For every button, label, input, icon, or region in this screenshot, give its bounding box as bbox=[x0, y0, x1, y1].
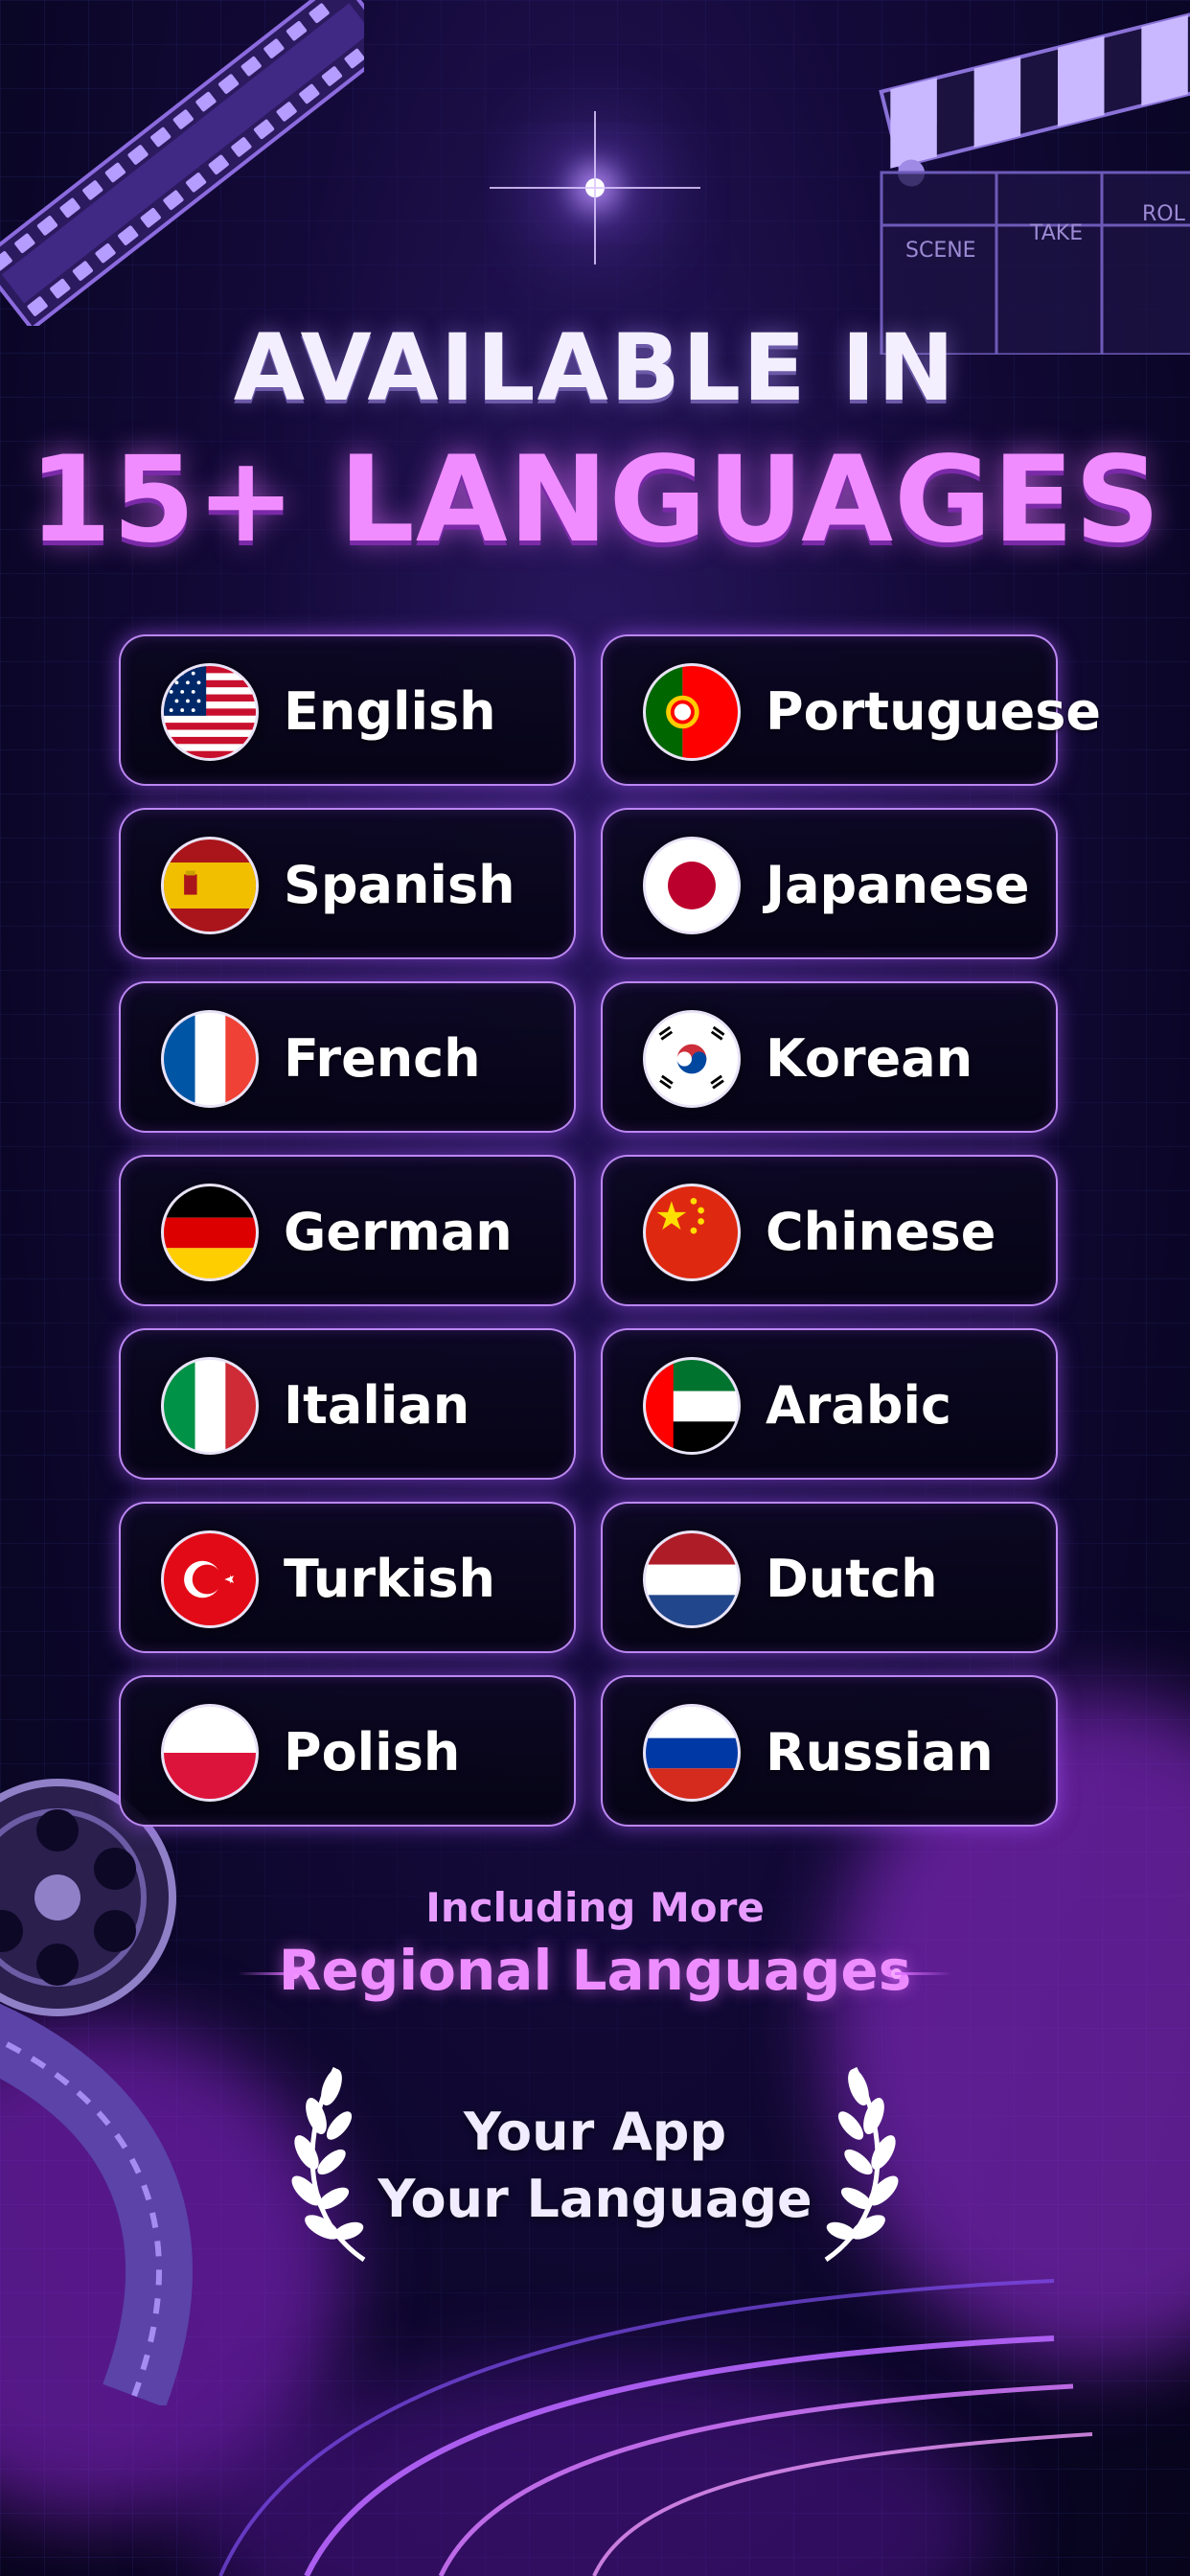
language-card-french[interactable]: French bbox=[119, 981, 576, 1133]
clapper-scene-text: SCENE bbox=[905, 239, 976, 263]
language-label: Portuguese bbox=[766, 681, 1102, 742]
clapper-roll-text: ROL bbox=[1142, 202, 1186, 226]
heading-line-2: 15+ LANGUAGES bbox=[29, 431, 1161, 569]
germany-flag-icon bbox=[161, 1184, 259, 1281]
poland-flag-icon bbox=[161, 1704, 259, 1802]
france-flag-icon bbox=[161, 1010, 259, 1108]
tagline-line-2: Your Language bbox=[378, 2169, 812, 2229]
language-card-english[interactable]: English bbox=[119, 634, 576, 786]
purple-smoke-bottom bbox=[192, 2365, 996, 2576]
turkey-flag-icon bbox=[161, 1530, 259, 1628]
laurel-wreath-right-icon bbox=[824, 2066, 899, 2263]
language-label: Dutch bbox=[766, 1549, 938, 1609]
language-label: Russian bbox=[766, 1722, 994, 1782]
language-label: Arabic bbox=[766, 1375, 952, 1436]
tagline-line-1: Your App bbox=[463, 2102, 727, 2162]
language-label: Polish bbox=[284, 1722, 461, 1782]
language-label: French bbox=[284, 1028, 481, 1089]
portugal-flag-icon bbox=[643, 663, 741, 761]
language-label: Japanese bbox=[766, 855, 1030, 915]
language-label: Korean bbox=[766, 1028, 973, 1089]
heading-line-1: AVAILABLE IN bbox=[233, 314, 957, 422]
language-card-spanish[interactable]: Spanish bbox=[119, 808, 576, 959]
tagline: Your App Your Language bbox=[0, 2099, 1190, 2233]
china-flag-icon bbox=[643, 1184, 741, 1281]
italy-flag-icon bbox=[161, 1357, 259, 1455]
language-card-german[interactable]: German bbox=[119, 1155, 576, 1306]
light-trails-icon bbox=[218, 2279, 1093, 2576]
us-flag-icon bbox=[161, 663, 259, 761]
clapperboard-icon: SCENE TAKE ROL bbox=[879, 6, 1190, 355]
language-label: Spanish bbox=[284, 855, 515, 915]
language-card-japanese[interactable]: Japanese bbox=[601, 808, 1058, 959]
language-card-arabic[interactable]: Arabic bbox=[601, 1328, 1058, 1480]
language-card-dutch[interactable]: Dutch bbox=[601, 1502, 1058, 1653]
language-label: German bbox=[284, 1202, 513, 1262]
uae-flag-icon bbox=[643, 1357, 741, 1455]
language-label: English bbox=[284, 681, 496, 742]
netherlands-flag-icon bbox=[643, 1530, 741, 1628]
language-label: Chinese bbox=[766, 1202, 996, 1262]
film-strip-icon bbox=[0, 0, 364, 326]
divider-right bbox=[895, 1972, 952, 1975]
spain-flag-icon bbox=[161, 837, 259, 934]
clapper-take-text: TAKE bbox=[1029, 221, 1083, 245]
language-card-turkish[interactable]: Turkish bbox=[119, 1502, 576, 1653]
language-card-portuguese[interactable]: Portuguese bbox=[601, 634, 1101, 786]
korea-flag-icon bbox=[643, 1010, 741, 1108]
russia-flag-icon bbox=[643, 1704, 741, 1802]
language-label: Italian bbox=[284, 1375, 470, 1436]
language-card-chinese[interactable]: Chinese bbox=[601, 1155, 1058, 1306]
light-flare-icon bbox=[585, 178, 605, 197]
regional-languages-title: Regional Languages bbox=[278, 1938, 912, 2003]
language-card-korean[interactable]: Korean bbox=[601, 981, 1058, 1133]
more-languages-caption: Including More bbox=[425, 1884, 765, 1931]
language-card-italian[interactable]: Italian bbox=[119, 1328, 576, 1480]
language-card-polish[interactable]: Polish bbox=[119, 1675, 576, 1827]
language-label: Turkish bbox=[284, 1549, 495, 1609]
japan-flag-icon bbox=[643, 837, 741, 934]
language-card-russian[interactable]: Russian bbox=[601, 1675, 1058, 1827]
language-grid: English Portuguese Spanish Japanese Fren… bbox=[119, 634, 1101, 1828]
